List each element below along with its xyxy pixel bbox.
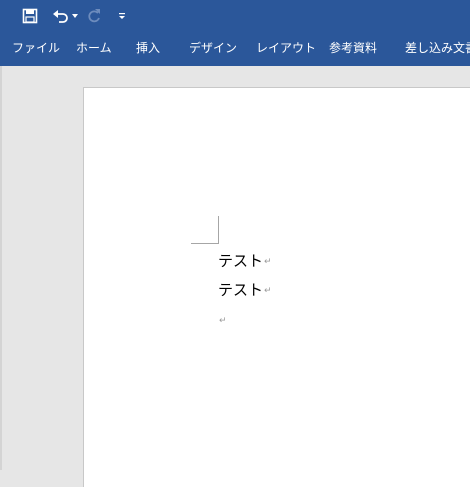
paragraph-text: テスト (218, 281, 264, 299)
save-button[interactable] (18, 4, 42, 28)
ribbon-tabs: ファイル ホーム 挿入 デザイン レイアウト 参考資料 差し込み文書 (0, 32, 470, 66)
paragraph-mark-icon: ↵ (264, 285, 272, 296)
tab-layout[interactable]: レイアウト (256, 32, 316, 66)
paragraph-mark-icon: ↵ (264, 256, 272, 267)
undo-button[interactable] (50, 4, 72, 28)
paragraph[interactable]: ↵ (218, 309, 227, 331)
save-icon (22, 8, 38, 24)
paragraph-text: テスト (218, 252, 264, 270)
tab-file[interactable]: ファイル (12, 32, 60, 66)
undo-dropdown-icon (72, 14, 78, 18)
document-page[interactable] (83, 87, 470, 487)
paragraph[interactable]: テスト↵ (218, 250, 272, 272)
redo-button[interactable] (84, 4, 104, 28)
title-bar (0, 0, 470, 32)
tab-design[interactable]: デザイン (189, 32, 237, 66)
tab-references[interactable]: 参考資料 (329, 32, 377, 66)
tab-mailings[interactable]: 差し込み文書 (405, 32, 470, 66)
customize-qat-icon (119, 13, 125, 19)
tab-insert[interactable]: 挿入 (136, 32, 160, 66)
margin-mark (218, 216, 219, 244)
canvas-edge (0, 66, 2, 470)
undo-dropdown-button[interactable] (71, 4, 79, 28)
undo-icon (53, 10, 68, 23)
redo-icon (88, 9, 100, 23)
paragraph-mark-icon: ↵ (219, 315, 227, 326)
paragraph[interactable]: テスト↵ (218, 279, 272, 301)
customize-qat-button[interactable] (116, 4, 128, 28)
tab-home[interactable]: ホーム (76, 32, 112, 66)
margin-mark (191, 243, 219, 244)
